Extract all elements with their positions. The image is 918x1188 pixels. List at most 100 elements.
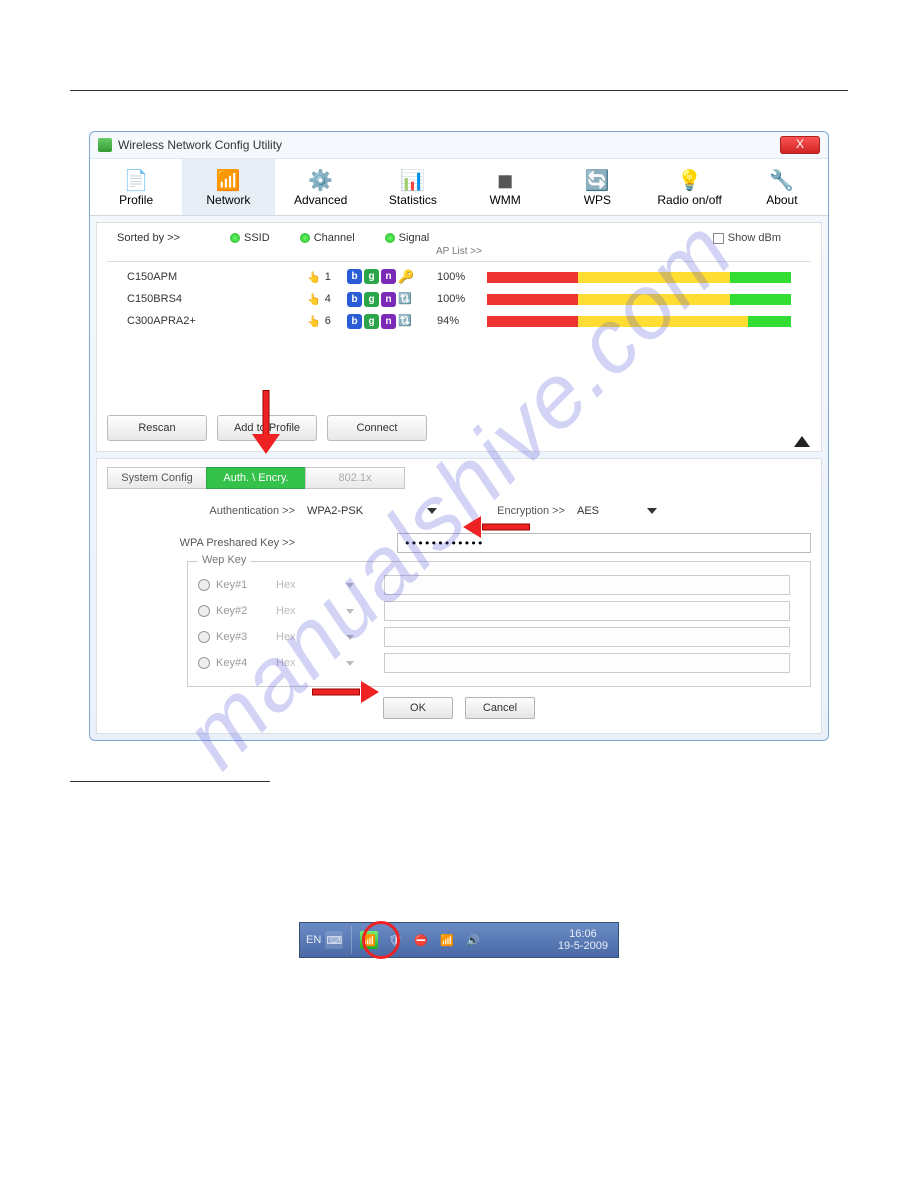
tool-radio[interactable]: 💡Radio on/off [644,159,736,215]
sort-signal[interactable]: Signal [385,232,430,244]
wep-input[interactable] [384,601,790,621]
config-tabs: System Config Auth. \ Encry. 802.1x [107,467,811,489]
ap-ssid: C150BRS4 [127,293,307,305]
sort-channel-label: Channel [314,232,355,244]
wep-key-label: Key#1 [216,579,276,591]
tray-signal-icon[interactable]: 📶 [438,931,456,949]
window-title: Wireless Network Config Utility [118,138,282,152]
chevron-down-icon[interactable] [346,635,354,640]
tab-8021x[interactable]: 802.1x [305,467,405,489]
checkbox-icon[interactable] [713,233,724,244]
tool-wps-label: WPS [584,193,611,207]
wep-key-label: Key#2 [216,605,276,617]
rescan-button[interactable]: Rescan [107,415,207,441]
annotation-arrow-right [312,681,382,703]
tool-wmm-label: WMM [489,193,520,207]
badge-g-icon: g [364,292,379,307]
badge-b-icon: b [347,314,362,329]
auth-dropdown-icon[interactable] [427,508,437,514]
badge-n-icon: n [381,269,396,284]
ap-row[interactable]: C300APRA2+👆6bgn🔃94% [107,310,811,332]
wep-input[interactable] [384,575,790,595]
signal-icon: 👆 [307,315,321,328]
sortby-label: Sorted by >> [117,232,180,244]
sort-ssid[interactable]: SSID [230,232,270,244]
chevron-down-icon[interactable] [346,583,354,588]
ap-row[interactable]: C150BRS4👆4bgn🔃100% [107,288,811,310]
tray-volume-icon[interactable]: 🔊 [464,931,482,949]
tool-profile[interactable]: 📄Profile [90,159,182,215]
show-dbm-label: Show dBm [728,232,781,244]
aplist-divider [107,261,811,262]
wep-radio[interactable] [198,579,210,591]
tool-about[interactable]: 🔧About [736,159,828,215]
tray-keyboard-icon[interactable]: ⌨ [325,931,343,949]
tool-wps[interactable]: 🔄WPS [551,159,643,215]
signal-bar [487,294,791,305]
tool-statistics[interactable]: 📊Statistics [367,159,459,215]
aplist-header: AP List >> [107,246,811,257]
ok-button[interactable]: OK [383,697,453,719]
tool-radio-label: Radio on/off [657,193,722,207]
wep-row: Key#2Hex [198,598,790,624]
wep-format: Hex [276,605,346,617]
signal-icon: 👆 [307,293,321,306]
badge-g-icon: g [364,269,379,284]
tray-date: 19-5-2009 [558,940,608,952]
top-toolbar: 📄Profile 📶Network ⚙️Advanced 📊Statistics… [90,158,828,216]
badge-b-icon: b [347,292,362,307]
tab-auth-encry[interactable]: Auth. \ Encry. [206,467,306,489]
auth-label: Authentication >> [107,505,307,517]
wep-radio[interactable] [198,631,210,643]
titlebar: Wireless Network Config Utility X [90,132,828,158]
tray-alert-icon[interactable]: ⛔ [412,931,430,949]
wep-radio[interactable] [198,657,210,669]
ok-cancel-row: OK Cancel [107,697,811,719]
badge-n-icon: n [381,292,396,307]
ap-signal-pct: 100% [437,271,487,283]
enc-value: AES [577,501,637,521]
tool-wmm[interactable]: ◼WMM [459,159,551,215]
tray-shield-icon[interactable]: 🛡 [386,931,404,949]
wep-input[interactable] [384,627,790,647]
tool-network[interactable]: 📶Network [182,159,274,215]
tool-advanced[interactable]: ⚙️Advanced [275,159,367,215]
ap-flags: bgn🔃 [347,314,437,329]
lang-indicator[interactable]: EN [306,934,321,946]
signal-bar [487,316,791,327]
badge-g-icon: g [364,314,379,329]
tray-clock[interactable]: 16:06 19-5-2009 [558,928,612,952]
dot-icon [385,233,395,243]
annotation-arrow-left [460,516,530,538]
sort-channel[interactable]: Channel [300,232,355,244]
tab-system-config[interactable]: System Config [107,467,207,489]
psk-line: WPA Preshared Key >> [107,533,811,553]
wep-input[interactable] [384,653,790,673]
tray-wireless-icon[interactable]: 📶 [360,931,378,949]
wep-radio[interactable] [198,605,210,617]
collapse-panel-arrow-icon[interactable] [794,436,810,447]
show-dbm[interactable]: Show dBm [713,232,781,244]
sort-ssid-label: SSID [244,232,270,244]
security-key-icon: 🔑 [398,269,414,285]
auth-value: WPA2-PSK [307,501,417,521]
ap-channel: 1 [325,271,331,283]
connect-button[interactable]: Connect [327,415,427,441]
close-button[interactable]: X [780,136,820,154]
ap-row[interactable]: C150APM👆1bgn🔑100% [107,266,811,288]
wep-format: Hex [276,631,346,643]
sort-row: Sorted by >> SSID Channel Signal Show dB… [107,229,811,246]
enc-dropdown-icon[interactable] [647,508,657,514]
tool-profile-label: Profile [119,193,153,207]
signal-icon: 👆 [307,271,321,284]
wep-row: Key#1Hex [198,572,790,598]
auth-line: Authentication >> WPA2-PSK Encryption >>… [107,501,811,521]
tray-time: 16:06 [558,928,608,940]
wep-fieldset: Wep Key Key#1HexKey#2HexKey#3HexKey#4Hex [187,561,811,687]
refresh-icon: 🔃 [398,314,412,329]
cancel-button[interactable]: Cancel [465,697,535,719]
chevron-down-icon[interactable] [346,661,354,666]
signal-bar [487,272,791,283]
chevron-down-icon[interactable] [346,609,354,614]
wep-key-label: Key#3 [216,631,276,643]
